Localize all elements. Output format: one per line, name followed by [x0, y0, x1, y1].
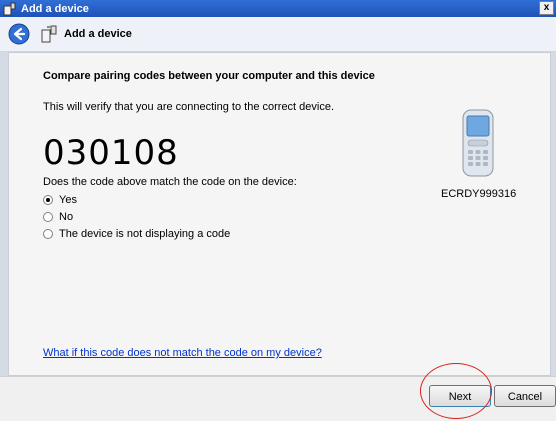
- option-no[interactable]: No: [43, 211, 73, 223]
- option-no-code-label: The device is not displaying a code: [59, 228, 231, 240]
- option-yes-label: Yes: [59, 194, 77, 206]
- next-button[interactable]: Next: [429, 385, 491, 407]
- add-device-icon: [3, 2, 16, 15]
- radio-no-code[interactable]: [43, 229, 53, 239]
- close-icon: x: [543, 2, 550, 13]
- option-no-label: No: [59, 211, 74, 223]
- pairing-code: 030108: [43, 133, 179, 173]
- radio-no[interactable]: [43, 212, 53, 222]
- radio-yes[interactable]: [43, 195, 53, 205]
- match-question: Does the code above match the code on th…: [43, 176, 297, 188]
- footer: Next Cancel: [0, 376, 556, 421]
- phone-device-icon: [462, 109, 494, 177]
- close-button[interactable]: x: [539, 1, 554, 15]
- option-no-code[interactable]: The device is not displaying a code: [43, 228, 230, 240]
- cancel-button[interactable]: Cancel: [494, 385, 556, 407]
- back-arrow-icon[interactable]: [8, 23, 30, 45]
- description-text: This will verify that you are connecting…: [43, 101, 335, 113]
- header-title: Add a device: [64, 28, 132, 40]
- add-device-icon: [41, 25, 57, 43]
- window-title: Add a device: [21, 2, 89, 15]
- help-link[interactable]: What if this code does not match the cod…: [43, 347, 322, 359]
- page-heading: Compare pairing codes between your compu…: [43, 70, 375, 82]
- device-name: ECRDY999316: [441, 188, 517, 200]
- title-bar: Add a device x: [0, 0, 556, 17]
- content-panel: Compare pairing codes between your compu…: [8, 52, 551, 376]
- wizard-header: Add a device: [0, 17, 556, 52]
- option-yes[interactable]: Yes: [43, 194, 77, 206]
